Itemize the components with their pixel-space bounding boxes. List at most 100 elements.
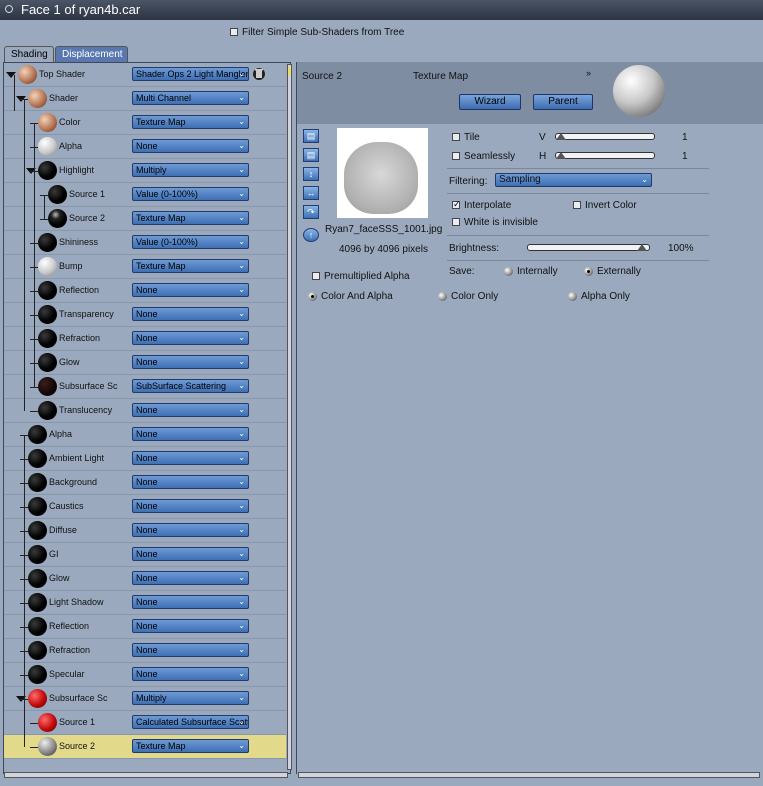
save-externally-row[interactable]: Externally [584, 266, 641, 277]
shader-type-dropdown[interactable]: None ⌄ [132, 331, 249, 345]
tile-row[interactable]: Tile [452, 132, 480, 143]
tab-displacement[interactable]: Displacement [55, 46, 128, 62]
tree-node[interactable]: Translucency None ⌄ [4, 399, 286, 423]
texture-thumbnail[interactable] [337, 128, 428, 218]
flip-horizontal-icon[interactable]: ↔ [303, 186, 319, 200]
shader-type-dropdown[interactable]: Texture Map ⌄ [132, 211, 249, 225]
tree-scroll-thumb[interactable] [288, 67, 291, 75]
shader-type-dropdown[interactable]: None ⌄ [132, 451, 249, 465]
shader-type-dropdown[interactable]: Texture Map ⌄ [132, 259, 249, 273]
shader-type-dropdown[interactable]: None ⌄ [132, 595, 249, 609]
tree-node[interactable]: Color Texture Map ⌄ [4, 111, 286, 135]
shader-type-dropdown[interactable]: None ⌄ [132, 307, 249, 321]
color-and-alpha-row[interactable]: Color And Alpha [308, 291, 393, 302]
invert-color-row[interactable]: Invert Color [573, 200, 637, 211]
editor-horizontal-scrollbar[interactable] [298, 772, 760, 778]
tree-node[interactable]: Alpha None ⌄ [4, 423, 286, 447]
filtering-dropdown[interactable]: Sampling ⌄ [495, 173, 652, 187]
tree-node[interactable]: Glow None ⌄ [4, 351, 286, 375]
filter-sub-shaders-row[interactable]: Filter Simple Sub-Shaders from Tree [230, 27, 404, 38]
v-slider[interactable] [555, 133, 655, 140]
shader-type-dropdown[interactable]: None ⌄ [132, 355, 249, 369]
tree-node[interactable]: Source 1 Value (0-100%) ⌄ [4, 183, 286, 207]
tree-vertical-scrollbar[interactable] [287, 64, 292, 770]
tree-node[interactable]: Caustics None ⌄ [4, 495, 286, 519]
tile-checkbox[interactable] [452, 133, 460, 142]
shader-type-dropdown[interactable]: None ⌄ [132, 571, 249, 585]
tree-node[interactable]: Shininess Value (0-100%) ⌄ [4, 231, 286, 255]
alpha-only-row[interactable]: Alpha Only [568, 291, 630, 302]
white-invisible-checkbox[interactable] [452, 218, 460, 227]
up-arrow-icon[interactable]: ↑ [303, 228, 319, 242]
brightness-slider-knob[interactable] [637, 244, 647, 251]
v-slider-knob[interactable] [556, 133, 566, 140]
shader-type-dropdown[interactable]: None ⌄ [132, 619, 249, 633]
wizard-button[interactable]: Wizard [459, 94, 521, 110]
tree-node[interactable]: Ambient Light None ⌄ [4, 447, 286, 471]
tree-node[interactable]: Subsurface Sc SubSurface Scattering ⌄ [4, 375, 286, 399]
tree-node[interactable]: Top Shader Shader Ops 2 Light Mangler ⌄ [4, 63, 286, 87]
tree-node[interactable]: Shader Multi Channel ⌄ [4, 87, 286, 111]
save-internally-radio[interactable] [504, 266, 513, 276]
tree-node[interactable]: Source 2 Texture Map ⌄ [4, 735, 286, 759]
tree-node[interactable]: Light Shadow None ⌄ [4, 591, 286, 615]
premultiplied-alpha-row[interactable]: Premultiplied Alpha [312, 271, 410, 282]
reload-folder-icon[interactable]: ▤ [303, 148, 319, 162]
save-externally-radio[interactable] [584, 266, 593, 276]
shader-type-dropdown[interactable]: Calculated Subsurface Scatt ⌄ [132, 715, 249, 729]
tree-node[interactable]: Reflection None ⌄ [4, 279, 286, 303]
tree-node[interactable]: Diffuse None ⌄ [4, 519, 286, 543]
tree-node[interactable]: Source 1 Calculated Subsurface Scatt ⌄ [4, 711, 286, 735]
tree-node[interactable]: Highlight Multiply ⌄ [4, 159, 286, 183]
alpha-only-radio[interactable] [568, 291, 577, 301]
shader-type-dropdown[interactable]: Value (0-100%) ⌄ [132, 235, 249, 249]
shader-type-dropdown[interactable]: Value (0-100%) ⌄ [132, 187, 249, 201]
seamlessly-row[interactable]: Seamlessly [452, 151, 515, 162]
tree-node[interactable]: Refraction None ⌄ [4, 327, 286, 351]
tree-node[interactable]: Bump Texture Map ⌄ [4, 255, 286, 279]
parent-button[interactable]: Parent [533, 94, 593, 110]
tree-node[interactable]: Transparency None ⌄ [4, 303, 286, 327]
shader-type-dropdown[interactable]: SubSurface Scattering ⌄ [132, 379, 249, 393]
tree-node[interactable]: Refraction None ⌄ [4, 639, 286, 663]
h-slider-knob[interactable] [556, 152, 566, 159]
tree-node[interactable]: Source 2 Texture Map ⌄ [4, 207, 286, 231]
type-chevron-icon[interactable]: » [586, 68, 591, 78]
rotate-icon[interactable]: ↷ [303, 205, 319, 219]
shader-type-dropdown[interactable]: None ⌄ [132, 547, 249, 561]
tree-node[interactable]: Alpha None ⌄ [4, 135, 286, 159]
white-invisible-row[interactable]: White is invisible [452, 217, 538, 228]
shader-type-dropdown[interactable]: None ⌄ [132, 643, 249, 657]
tree-node[interactable]: Background None ⌄ [4, 471, 286, 495]
shader-type-dropdown[interactable]: Multi Channel ⌄ [132, 91, 249, 105]
delete-trash-icon[interactable] [253, 67, 265, 81]
shader-type-dropdown[interactable]: Multiply ⌄ [132, 163, 249, 177]
brightness-slider[interactable] [527, 244, 650, 251]
h-slider[interactable] [555, 152, 655, 159]
shader-type-dropdown[interactable]: Texture Map ⌄ [132, 115, 249, 129]
filter-sub-shaders-checkbox[interactable] [230, 28, 238, 37]
shader-type-dropdown[interactable]: None ⌄ [132, 499, 249, 513]
tree-node[interactable]: Subsurface Sc Multiply ⌄ [4, 687, 286, 711]
interpolate-checkbox[interactable] [452, 199, 461, 210]
tree-node[interactable]: Reflection None ⌄ [4, 615, 286, 639]
invert-color-checkbox[interactable] [573, 201, 581, 210]
shader-type-dropdown[interactable]: Shader Ops 2 Light Mangler ⌄ [132, 67, 249, 81]
shader-type-dropdown[interactable]: Texture Map ⌄ [132, 739, 249, 753]
color-only-radio[interactable] [438, 291, 447, 301]
save-internally-row[interactable]: Internally [504, 266, 558, 277]
tree-node[interactable]: Specular None ⌄ [4, 663, 286, 687]
shader-type-dropdown[interactable]: None ⌄ [132, 139, 249, 153]
shader-type-dropdown[interactable]: None ⌄ [132, 523, 249, 537]
open-folder-icon[interactable]: ▤ [303, 129, 319, 143]
shader-type-dropdown[interactable]: None ⌄ [132, 283, 249, 297]
shader-type-dropdown[interactable]: None ⌄ [132, 403, 249, 417]
premultiplied-alpha-checkbox[interactable] [312, 272, 320, 281]
tree-node[interactable]: GI None ⌄ [4, 543, 286, 567]
color-and-alpha-radio[interactable] [308, 291, 317, 301]
shader-type-dropdown[interactable]: Multiply ⌄ [132, 691, 249, 705]
window-menu-icon[interactable] [5, 5, 13, 13]
tree-horizontal-scrollbar[interactable] [4, 772, 288, 778]
seamlessly-checkbox[interactable] [452, 152, 460, 161]
shader-type-dropdown[interactable]: None ⌄ [132, 427, 249, 441]
